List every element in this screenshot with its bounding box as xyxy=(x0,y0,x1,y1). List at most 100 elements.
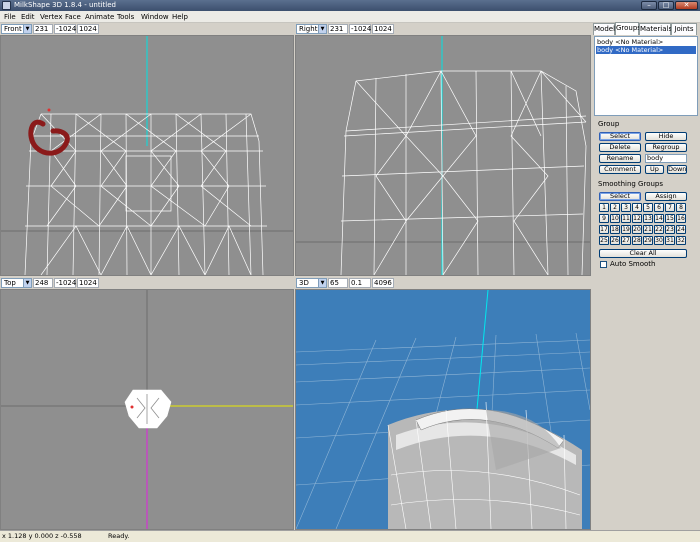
menu-vertex[interactable]: Vertex xyxy=(40,11,63,23)
smoothing-assign-button[interactable]: Assign xyxy=(645,192,687,201)
smoothing-group-7[interactable]: 7 xyxy=(665,203,675,212)
smoothing-group-5[interactable]: 5 xyxy=(643,203,653,212)
smoothing-group-13[interactable]: 13 xyxy=(643,214,653,223)
smoothing-select-button[interactable]: Select xyxy=(599,192,641,201)
tab-model[interactable]: Model xyxy=(593,23,615,35)
right-zoom-field[interactable]: 231 xyxy=(328,24,348,34)
front-viewport[interactable] xyxy=(0,35,294,276)
select-button[interactable]: Select xyxy=(599,132,641,141)
persp-viewport-header: 3D ▼ 65 0.1 4096 xyxy=(295,277,592,289)
menu-window[interactable]: Window xyxy=(141,11,169,23)
group-section-label: Group xyxy=(598,120,620,128)
menu-bar: File Edit Vertex Face Animate Tools Wind… xyxy=(0,11,700,23)
comment-button[interactable]: Comment xyxy=(599,165,641,174)
down-button[interactable]: Down xyxy=(667,165,687,174)
smoothing-group-27[interactable]: 27 xyxy=(621,236,631,245)
front-view-select[interactable]: Front ▼ xyxy=(1,24,32,34)
smoothing-group-1[interactable]: 1 xyxy=(599,203,609,212)
smoothing-group-12[interactable]: 12 xyxy=(632,214,642,223)
smoothing-group-15[interactable]: 15 xyxy=(665,214,675,223)
smoothing-group-4[interactable]: 4 xyxy=(632,203,642,212)
persp-fov-field[interactable]: 65 xyxy=(328,278,348,288)
menu-face[interactable]: Face xyxy=(65,11,81,23)
menu-animate[interactable]: Animate xyxy=(85,11,114,23)
group-name-field[interactable]: body xyxy=(645,154,687,163)
smoothing-group-29[interactable]: 29 xyxy=(643,236,653,245)
smoothing-group-18[interactable]: 18 xyxy=(610,225,620,234)
top-zoom-field[interactable]: 248 xyxy=(33,278,53,288)
front-zoom-field[interactable]: 231 xyxy=(33,24,53,34)
menu-tools[interactable]: Tools xyxy=(117,11,134,23)
regroup-button[interactable]: Regroup xyxy=(645,143,687,152)
rename-button[interactable]: Rename xyxy=(599,154,641,163)
group-list[interactable]: body <No Material> body <No Material> xyxy=(594,36,698,116)
close-button[interactable]: ✕ xyxy=(675,1,698,10)
list-item[interactable]: body <No Material> xyxy=(596,46,696,54)
chevron-down-icon: ▼ xyxy=(23,25,31,33)
hide-button[interactable]: Hide xyxy=(645,132,687,141)
up-button[interactable]: Up xyxy=(645,165,664,174)
front-viewport-header: Front ▼ 231 -1024 1024 xyxy=(0,23,295,35)
maximize-button[interactable]: □ xyxy=(658,1,674,10)
smoothing-group-17[interactable]: 17 xyxy=(599,225,609,234)
right-near-field[interactable]: -1024 xyxy=(349,24,371,34)
smoothing-group-6[interactable]: 6 xyxy=(654,203,664,212)
smoothing-group-14[interactable]: 14 xyxy=(654,214,664,223)
persp-viewport[interactable] xyxy=(295,289,591,530)
top-viewport-header: Top ▼ 248 -1024 1024 xyxy=(0,277,295,289)
smoothing-group-19[interactable]: 19 xyxy=(621,225,631,234)
top-view-select[interactable]: Top ▼ xyxy=(1,278,32,288)
app-icon xyxy=(2,1,11,10)
smoothing-group-10[interactable]: 10 xyxy=(610,214,620,223)
auto-smooth-checkbox[interactable] xyxy=(600,261,607,268)
list-item[interactable]: body <No Material> xyxy=(596,38,696,46)
title-bar: MilkShape 3D 1.8.4 - untitled – □ ✕ xyxy=(0,0,700,11)
clear-all-button[interactable]: Clear All xyxy=(599,249,687,258)
smoothing-group-21[interactable]: 21 xyxy=(643,225,653,234)
chevron-down-icon: ▼ xyxy=(318,279,326,287)
smoothing-group-28[interactable]: 28 xyxy=(632,236,642,245)
smoothing-group-9[interactable]: 9 xyxy=(599,214,609,223)
tab-materials[interactable]: Materials xyxy=(639,23,672,35)
top-far-field[interactable]: 1024 xyxy=(77,278,99,288)
persp-far-field[interactable]: 4096 xyxy=(372,278,394,288)
minimize-button[interactable]: – xyxy=(641,1,657,10)
smoothing-group-16[interactable]: 16 xyxy=(676,214,686,223)
chevron-down-icon: ▼ xyxy=(318,25,326,33)
smoothing-group-31[interactable]: 31 xyxy=(665,236,675,245)
tab-groups[interactable]: Groups xyxy=(615,22,641,35)
status-message: Ready. xyxy=(108,532,130,540)
auto-smooth-label: Auto Smooth xyxy=(610,260,656,268)
smoothing-group-24[interactable]: 24 xyxy=(676,225,686,234)
smoothing-group-23[interactable]: 23 xyxy=(665,225,675,234)
right-far-field[interactable]: 1024 xyxy=(372,24,394,34)
smoothing-group-30[interactable]: 30 xyxy=(654,236,664,245)
smoothing-group-22[interactable]: 22 xyxy=(654,225,664,234)
smoothing-group-2[interactable]: 2 xyxy=(610,203,620,212)
smoothing-group-32[interactable]: 32 xyxy=(676,236,686,245)
menu-file[interactable]: File xyxy=(4,11,16,23)
right-viewport[interactable] xyxy=(295,35,591,276)
persp-near-field[interactable]: 0.1 xyxy=(349,278,371,288)
menu-edit[interactable]: Edit xyxy=(21,11,35,23)
smoothing-group-26[interactable]: 26 xyxy=(610,236,620,245)
chevron-down-icon: ▼ xyxy=(23,279,31,287)
smoothing-group-25[interactable]: 25 xyxy=(599,236,609,245)
tab-joints[interactable]: Joints xyxy=(671,23,697,35)
delete-button[interactable]: Delete xyxy=(599,143,641,152)
front-wireframe xyxy=(1,36,293,275)
top-near-field[interactable]: -1024 xyxy=(54,278,76,288)
smoothing-group-11[interactable]: 11 xyxy=(621,214,631,223)
persp-scene xyxy=(296,290,590,529)
smoothing-group-3[interactable]: 3 xyxy=(621,203,631,212)
window-title: MilkShape 3D 1.8.4 - untitled xyxy=(14,1,116,9)
smoothing-group-20[interactable]: 20 xyxy=(632,225,642,234)
front-near-field[interactable]: -1024 xyxy=(54,24,76,34)
right-viewport-header: Right ▼ 231 -1024 1024 xyxy=(295,23,592,35)
front-far-field[interactable]: 1024 xyxy=(77,24,99,34)
menu-help[interactable]: Help xyxy=(172,11,188,23)
smoothing-group-8[interactable]: 8 xyxy=(676,203,686,212)
right-view-select[interactable]: Right ▼ xyxy=(296,24,327,34)
persp-view-select[interactable]: 3D ▼ xyxy=(296,278,327,288)
top-viewport[interactable] xyxy=(0,289,294,530)
